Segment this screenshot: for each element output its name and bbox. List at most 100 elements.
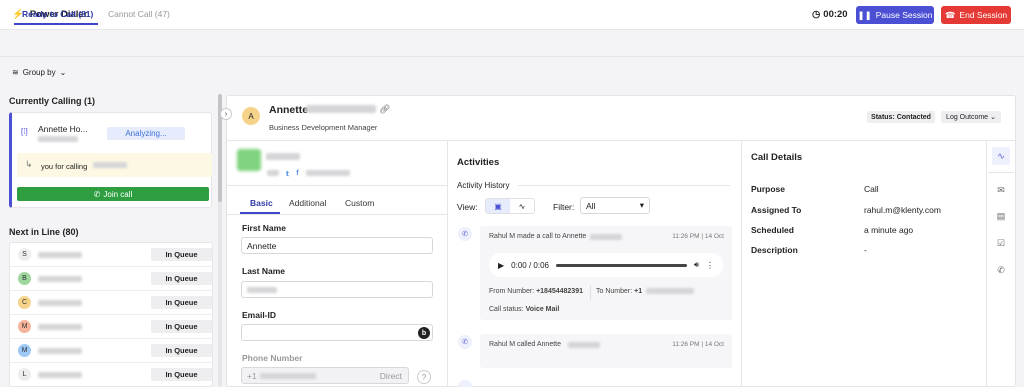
description-label: Description xyxy=(751,245,798,255)
join-call-button[interactable]: ✆ Join call xyxy=(17,187,209,201)
collapse-sidebar-button[interactable]: › xyxy=(220,108,232,120)
contact-first-name: Annette xyxy=(269,104,309,116)
queue-row[interactable]: M In Queue xyxy=(10,315,212,339)
queue-row[interactable]: S In Queue xyxy=(10,243,212,267)
facebook-icon[interactable]: f xyxy=(296,170,298,178)
calling-note: ↳ you for calling xyxy=(17,153,212,177)
queue-avatar: C xyxy=(18,296,31,309)
activity-time: 11:26 PM | 14 Oct xyxy=(672,341,724,348)
tab-additional[interactable]: Additional xyxy=(289,198,326,208)
last-name-label: Last Name xyxy=(242,266,285,276)
queue-row[interactable]: M In Queue xyxy=(10,339,212,363)
tab-basic[interactable]: Basic xyxy=(250,198,273,208)
queue-status-badge: In Queue xyxy=(151,272,212,285)
queue-avatar: S xyxy=(18,248,31,261)
call-activity-icon: ✆ xyxy=(458,335,472,349)
queue-status-badge: In Queue xyxy=(151,368,212,381)
activity-time: 11:26 PM | 14 Oct xyxy=(672,233,724,240)
play-icon[interactable]: ▶ xyxy=(498,261,504,270)
redacted-last-name-value xyxy=(247,286,277,293)
pulse-view-icon[interactable]: ∿ xyxy=(510,199,534,213)
chat-view-icon[interactable]: ▣ xyxy=(486,199,510,213)
audio-time: 0:00 / 0:06 xyxy=(511,260,549,270)
link-icon[interactable]: 🔗︎ xyxy=(379,104,390,115)
filter-label: Filter: xyxy=(553,202,575,212)
redacted-company-name xyxy=(266,153,300,160)
tab-ready-to-call[interactable]: Ready to Call (81) xyxy=(22,9,93,19)
scheduled-value: a minute ago xyxy=(864,225,914,235)
scheduled-label: Scheduled xyxy=(751,225,794,235)
queue-avatar: B xyxy=(18,272,31,285)
activity-card: Rahul M called Annette 11:26 PM | 14 Oct xyxy=(480,334,732,368)
queue-row[interactable]: C In Queue xyxy=(10,291,212,315)
phone-label: Phone Number xyxy=(242,353,303,363)
chevron-down-icon: ⌄ xyxy=(990,114,996,121)
form-tab-divider xyxy=(227,214,447,215)
header-divider xyxy=(227,140,1015,141)
last-name-field[interactable] xyxy=(241,281,433,298)
pause-icon: ❚❚ xyxy=(857,9,872,20)
redacted-queue-name xyxy=(38,348,82,354)
status-badge: Status: Contacted xyxy=(867,111,935,123)
session-timer: ◷ 00:20 xyxy=(812,9,848,20)
hangup-icon: ☎ xyxy=(944,9,956,20)
rail-divider xyxy=(988,172,1014,173)
currently-calling-heading: Currently Calling (1) xyxy=(9,96,96,106)
to-number: To Number: +1 xyxy=(596,288,642,295)
redacted-last-name xyxy=(306,105,376,113)
twitter-icon[interactable]: 𝕥 xyxy=(286,170,289,178)
analyzing-badge: Analyzing... xyxy=(107,127,185,140)
queue-status-badge: In Queue xyxy=(151,320,212,333)
email-finder-icon[interactable]: b xyxy=(418,327,430,339)
view-toggle: ▣ ∿ xyxy=(485,198,535,214)
timer-value: 00:20 xyxy=(823,9,848,20)
volume-icon[interactable]: 🔊︎ xyxy=(694,260,699,270)
end-session-button[interactable]: ☎ End Session xyxy=(941,6,1011,24)
redacted-contact xyxy=(590,234,622,240)
phone-icon[interactable]: ✆ xyxy=(992,261,1010,279)
phone-field[interactable]: +1 Direct xyxy=(241,367,409,384)
activity-pulse-icon[interactable]: ∿ xyxy=(992,147,1010,165)
chevron-right-icon: › xyxy=(224,110,228,118)
email-icon[interactable]: ✉ xyxy=(992,181,1010,199)
tab-cannot-call[interactable]: Cannot Call (47) xyxy=(108,9,170,19)
help-icon[interactable]: ? xyxy=(417,370,431,384)
queue-row[interactable]: L In Queue xyxy=(10,363,212,386)
purpose-value: Call xyxy=(864,184,879,194)
column-divider-3 xyxy=(986,141,987,387)
queue-row[interactable]: B In Queue xyxy=(10,267,212,291)
queue-list: S In Queue B In Queue C In Queue M In Queue M In … xyxy=(9,242,213,387)
group-by-label: Group by xyxy=(22,68,56,77)
chevron-down-icon: ⌄ xyxy=(59,68,67,77)
more-options-icon[interactable]: ⋮ xyxy=(706,261,714,270)
current-call-card: [⁞] Annette Ho... Analyzing... ↳ you for… xyxy=(9,112,212,208)
active-tab-indicator xyxy=(14,23,98,25)
assigned-to-label: Assigned To xyxy=(751,205,802,215)
contact-name: Annette xyxy=(269,104,308,116)
from-number: From Number: +18454482391 xyxy=(489,288,583,295)
audio-player: ▶ 0:00 / 0:06 🔊︎ ⋮ xyxy=(489,253,723,277)
queue-avatar: M xyxy=(18,320,31,333)
to-number-value: +1 xyxy=(634,288,643,295)
activity-filter-select[interactable]: All ▾ xyxy=(580,197,650,214)
first-name-field[interactable]: Annette xyxy=(241,237,433,254)
audio-progress-bar[interactable] xyxy=(555,263,687,267)
task-icon[interactable]: ☑ xyxy=(992,234,1010,252)
reply-arrow-icon: ↳ xyxy=(25,159,33,169)
column-divider-1 xyxy=(447,141,448,387)
description-value: - xyxy=(864,245,867,255)
end-session-label: End Session xyxy=(959,10,1008,20)
group-by-dropdown[interactable]: ≋ Group by ⌄ xyxy=(12,68,66,77)
call-activity-icon xyxy=(458,380,472,387)
note-icon[interactable]: ▤ xyxy=(992,207,1010,225)
email-label: Email-ID xyxy=(242,310,277,320)
pause-session-button[interactable]: ❚❚ Pause Session xyxy=(856,6,934,24)
log-outcome-label: Log Outcome xyxy=(946,113,989,121)
redacted-social xyxy=(267,170,279,176)
email-field[interactable] xyxy=(241,324,433,341)
queue-avatar: M xyxy=(18,344,31,357)
redacted-queue-name xyxy=(38,324,82,330)
log-outcome-dropdown[interactable]: Log Outcome ⌄ xyxy=(941,111,1001,123)
tab-custom[interactable]: Custom xyxy=(345,198,374,208)
redacted-queue-name xyxy=(38,276,82,282)
